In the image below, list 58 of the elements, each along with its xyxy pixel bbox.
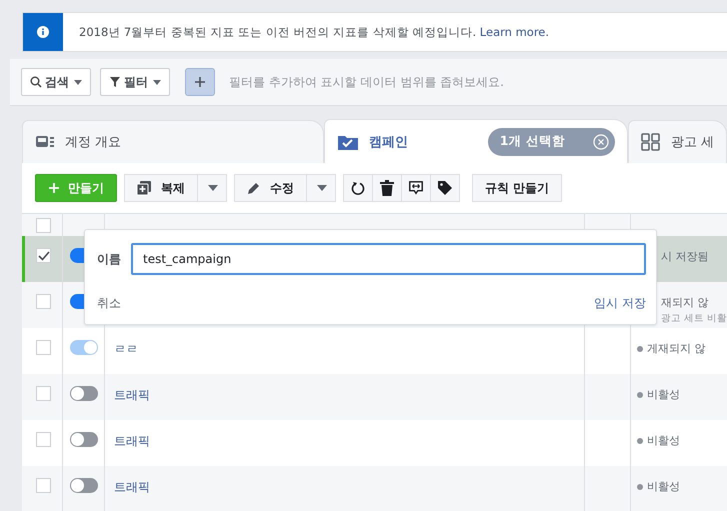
status-subtext: 광고 세트 비활 (661, 312, 727, 325)
grid-icon (640, 133, 661, 151)
status-text: 비활성 (647, 479, 680, 494)
preview-icon[interactable] (401, 174, 431, 202)
name-input-field[interactable]: test_campaign (131, 243, 646, 275)
table-row[interactable]: 트래픽 비활성 (22, 466, 727, 511)
status-dot (637, 438, 643, 444)
status-text: 재되지 않 (661, 295, 708, 310)
name-label: 이름 (97, 250, 121, 268)
status-dot (637, 484, 643, 490)
search-icon (30, 76, 42, 88)
delete-icon[interactable] (372, 174, 402, 202)
toggle-switch[interactable] (70, 478, 98, 493)
learn-more-link[interactable]: Learn more. (480, 24, 550, 38)
status-text: 비활성 (647, 433, 680, 448)
row-checkbox[interactable] (36, 386, 51, 401)
campaign-name-link[interactable]: 트래픽 (114, 479, 150, 496)
create-rule-button[interactable]: 규칙 만들기 (472, 174, 562, 202)
clear-icon[interactable] (592, 134, 609, 150)
row-checkbox[interactable] (36, 248, 51, 263)
funnel-icon (109, 76, 121, 88)
pencil-icon (247, 182, 260, 194)
row-checkbox[interactable] (36, 294, 51, 309)
tab[interactable]: 캠페인 1개 선택함 (324, 119, 628, 163)
dashboard-icon (35, 134, 55, 150)
table-row[interactable]: 트래픽 비활성 (22, 374, 727, 420)
dropdown-button[interactable] (306, 174, 336, 202)
plus-icon (48, 182, 60, 194)
filter-button[interactable]: 필터 (100, 68, 170, 96)
search-button[interactable]: 검색 (21, 68, 91, 96)
notice-text: 2018년 7월부터 중복된 지표 또는 이전 버전의 지표를 삭제할 예정입니다. Learn more. (79, 24, 550, 40)
info-icon (37, 26, 49, 38)
status-dot (637, 392, 643, 398)
row-checkbox[interactable] (36, 478, 51, 493)
row-checkbox[interactable] (36, 432, 51, 447)
status-text: 비활성 (647, 387, 680, 402)
tab[interactable]: 계정 개요 (22, 120, 324, 163)
select-all-checkbox[interactable] (36, 218, 51, 233)
status-text: 게재되지 않 (647, 341, 706, 356)
cancel-link[interactable]: 취소 (97, 295, 121, 312)
status-dot (637, 346, 643, 352)
dropdown-button[interactable] (197, 174, 227, 202)
duplicate-icon (137, 181, 151, 195)
toggle-switch[interactable] (70, 432, 98, 447)
save-draft-link[interactable]: 임시 저장 (594, 295, 646, 312)
duplicate-button[interactable]: 복제 (124, 174, 198, 202)
edit-button[interactable]: 수정 (234, 174, 307, 202)
tab[interactable]: 광고 세 (628, 120, 727, 163)
refresh-icon[interactable] (343, 174, 373, 202)
campaign-name-link[interactable]: 트래픽 (114, 433, 150, 450)
tag-icon[interactable] (430, 174, 460, 202)
filter-hint: 필터를 추가하여 표시할 데이터 범위를 좁혀보세요. (229, 74, 504, 90)
status-text: 시 저장됨 (661, 249, 708, 264)
selection-badge: 1개 선택함 (488, 128, 615, 156)
campaign-name-link[interactable]: 트래픽 (114, 387, 150, 404)
toggle-switch[interactable] (70, 386, 98, 401)
plus-icon (194, 76, 206, 88)
add-filter-button[interactable] (185, 68, 215, 96)
